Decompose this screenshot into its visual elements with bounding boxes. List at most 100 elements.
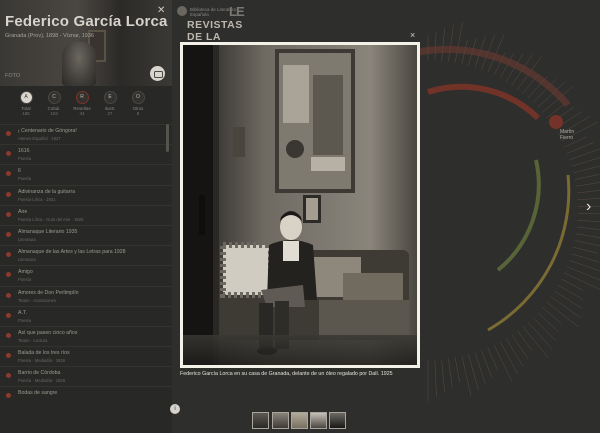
spoke-line — [554, 290, 583, 309]
spoke-line — [441, 27, 445, 61]
chart-node-label-line2: Fierro — [560, 135, 574, 141]
item-subtitle: Poesía — [18, 317, 32, 323]
list-item[interactable]: Balada de los tres ríos Poesía · Mediodía… — [0, 346, 172, 366]
thumbnail[interactable] — [329, 412, 346, 429]
spoke-line — [522, 326, 549, 359]
item-title: Almanaque Literario 1935 — [18, 228, 78, 235]
spoke-line — [557, 284, 584, 300]
lightbox-photo — [180, 42, 420, 368]
thumbnail[interactable] — [310, 412, 327, 429]
list-item[interactable]: 6 Poesía — [0, 164, 172, 184]
spoke-line — [571, 157, 600, 167]
spoke-line — [566, 266, 600, 281]
info-icon[interactable]: i — [170, 404, 180, 414]
spoke-line — [571, 253, 600, 263]
lightbox-close-icon[interactable]: × — [410, 30, 415, 40]
camera-icon[interactable] — [150, 66, 165, 81]
item-subtitle: Poesía Lírica · Guía del Aire · 1926 — [18, 216, 84, 222]
item-subtitle: Poesía — [18, 176, 32, 182]
bullet-icon — [6, 151, 11, 157]
spoke-line — [550, 296, 581, 319]
list-item[interactable]: A.T. Poesía — [0, 305, 172, 326]
item-title: A.T. — [18, 309, 27, 316]
thumbnail[interactable] — [272, 412, 289, 429]
stat-total[interactable]: A Total 185 — [14, 91, 38, 116]
spoke-line — [487, 347, 498, 371]
list-item[interactable]: Almanaque Literario 1935 Literatura — [0, 224, 172, 245]
spoke-line — [573, 246, 598, 254]
works-list: ¡ Centenario de Góngora! Ateneo Español ·… — [0, 124, 172, 407]
spoke-line — [454, 357, 460, 383]
bullet-icon — [6, 353, 11, 359]
spoke-line — [546, 301, 580, 328]
chart-node-label[interactable]: Martín Fierro — [560, 129, 574, 141]
logo-le-mark: LE — [229, 4, 245, 19]
thumbnail[interactable] — [291, 412, 308, 429]
spoke-line — [577, 219, 600, 223]
list-item[interactable]: Almanaque de las Artes y las Letras para… — [0, 245, 172, 265]
bullet-icon — [6, 312, 11, 318]
spoke-line — [481, 350, 493, 378]
list-item[interactable]: Amigo Poesía — [0, 265, 172, 285]
spoke-line — [577, 190, 600, 194]
stat-colab[interactable]: C Colab. 103 — [42, 91, 66, 116]
list-item[interactable]: Bodas de sangre — [0, 386, 172, 406]
page-title: REVISTAS DE LA — [187, 19, 243, 43]
item-subtitle: Literatura — [18, 236, 36, 242]
spoke-line — [564, 272, 600, 290]
list-item[interactable]: Barrio de Córdoba Poesía · Mediodía · 192… — [0, 366, 172, 386]
next-arrow-icon[interactable]: › — [586, 198, 591, 216]
spoke-line — [461, 356, 472, 397]
stat-icon: R — [75, 91, 89, 104]
item-subtitle: Teatro · Lectura — [18, 337, 48, 343]
list-item[interactable]: 1616 Poesía — [0, 144, 172, 164]
radial-spokes — [427, 22, 600, 401]
spoke-line — [448, 358, 453, 388]
spoke-line — [454, 22, 463, 63]
stat-resenas[interactable]: R Reseñas 44 — [70, 91, 94, 116]
item-title: Adivinanza de la guitarra — [18, 188, 76, 195]
stat-otros[interactable]: O Otros 6 — [126, 91, 150, 116]
spoke-line — [527, 321, 553, 350]
item-title: Así que pasen cinco años — [18, 329, 78, 336]
historic-photo-image — [183, 45, 417, 365]
item-subtitle: Teatro · Acotaciones — [18, 297, 56, 303]
spoke-line — [434, 359, 437, 397]
item-title: Barrio de Córdoba — [18, 370, 61, 377]
spoke-line — [517, 330, 533, 351]
item-subtitle: Literatura — [18, 257, 36, 263]
list-item[interactable]: Adivinanza de la guitarra Poesía Lírica ·… — [0, 184, 172, 205]
spoke-line — [441, 359, 445, 393]
thumbnail[interactable] — [252, 412, 269, 429]
item-title: Amores de Don Perlimplín — [18, 289, 79, 296]
spoke-line — [474, 352, 486, 384]
item-subtitle: Poesía — [18, 156, 32, 162]
close-icon[interactable]: ✕ — [157, 5, 165, 16]
stat-count: 103 — [50, 111, 58, 116]
stat-icon: E — [103, 91, 117, 104]
page-title-line1: REVISTAS — [187, 19, 243, 31]
stats-bar: A Total 185 C Colab. 103 R Reseñas 44 E … — [10, 91, 160, 121]
radial-network-chart — [418, 22, 600, 401]
photo-label: FOTO — [5, 73, 21, 79]
bullet-icon — [6, 373, 11, 379]
author-panel: Federico García Lorca Granada (Prov), 18… — [0, 0, 172, 433]
spoke-line — [499, 341, 519, 375]
list-item[interactable]: Amores de Don Perlimplín Teatro · Acotaci… — [0, 285, 172, 306]
item-title: Almanaque de las Artes y las Letras para… — [18, 249, 126, 256]
spoke-line — [574, 174, 600, 180]
spoke-line — [576, 233, 600, 238]
list-scrollbar[interactable] — [166, 124, 169, 152]
list-item[interactable]: ¡ Centenario de Góngora! Ateneo Español ·… — [0, 124, 172, 144]
stat-count: 185 — [22, 111, 30, 116]
list-item[interactable]: Aire Poesía Lírica · Guía del Aire · 1926 — [0, 204, 172, 225]
logo-mark-icon — [177, 6, 187, 16]
spoke-line — [537, 312, 559, 333]
author-dates: Granada (Prov), 1898 - Víznar, 1936 — [5, 33, 94, 39]
list-item[interactable]: Así que pasen cinco años Teatro · Lectura — [0, 325, 172, 346]
site-logo[interactable]: Biblioteca de Literatura Española LE — [177, 4, 267, 20]
ring-arc-red — [427, 83, 541, 121]
stat-ilustr[interactable]: E Ilustr. 27 — [98, 91, 122, 116]
item-title: 6 — [18, 168, 21, 175]
spoke-line — [505, 338, 524, 367]
